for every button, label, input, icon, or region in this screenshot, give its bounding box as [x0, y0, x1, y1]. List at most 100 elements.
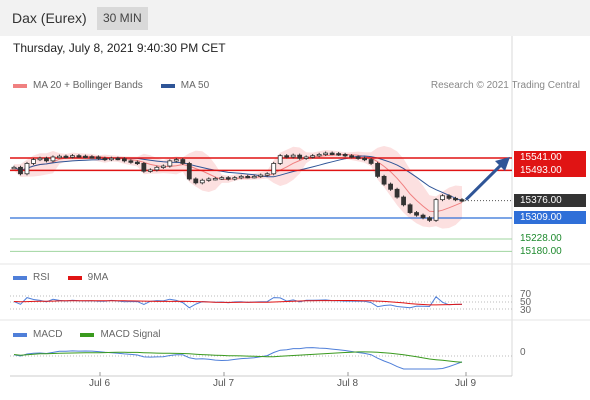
candle-body: [206, 178, 212, 181]
candle-body: [427, 217, 432, 221]
candle-body: [303, 156, 309, 159]
candle-body: [212, 178, 218, 181]
candle-body: [173, 159, 179, 162]
macd-signal-swatch: [80, 332, 95, 337]
x-label-jul9: Jul 9: [455, 378, 477, 389]
candle-body: [18, 166, 23, 175]
candle-body: [388, 183, 393, 190]
candle-body: [89, 156, 95, 159]
candle-body: [355, 156, 361, 159]
rsi-panel: [10, 295, 512, 310]
candle-body: [453, 197, 458, 201]
candle-body: [44, 157, 49, 162]
macd-legend-label: MACD: [33, 329, 63, 340]
candle-body: [108, 157, 114, 161]
candle-body: [24, 163, 30, 175]
candle-body: [102, 157, 108, 161]
candle-body: [394, 188, 400, 198]
macd-legend: MACD MACD Signal: [13, 329, 160, 340]
candle-body: [232, 177, 238, 180]
candle-body: [290, 154, 296, 158]
candle-body: [76, 155, 82, 158]
chart-canvas: [0, 36, 590, 377]
rsi-swatch: [13, 275, 27, 280]
x-label-jul7: Jul 7: [213, 378, 235, 389]
candle-body: [251, 175, 257, 179]
candle-body: [180, 159, 186, 164]
candle-body: [50, 156, 56, 162]
candle-body: [264, 173, 270, 176]
rsi-ma-swatch: [67, 275, 82, 280]
candle-body: [154, 166, 160, 171]
candle-body: [238, 175, 244, 179]
candle-body: [433, 199, 439, 221]
candle-body: [63, 155, 69, 159]
candle-body: [329, 152, 335, 155]
candle-body: [225, 177, 231, 180]
rsi-9ma-line: [13, 300, 463, 306]
macd-signal-line: [13, 351, 463, 363]
last-price-label: 15376.00: [514, 194, 586, 207]
macd-panel: [10, 347, 512, 370]
candle-body: [375, 163, 380, 177]
candle-body: [128, 160, 134, 163]
candle-body: [310, 155, 316, 158]
candle-body: [446, 195, 452, 199]
candle-body: [147, 169, 153, 172]
candle-body: [381, 175, 387, 185]
rsi-legend: RSI 9MA: [13, 272, 108, 283]
candle-body: [83, 155, 88, 159]
resistance-1-label: 15493.00: [514, 164, 586, 177]
candle-body: [407, 204, 413, 213]
candle-body: [284, 155, 290, 158]
candle-body: [297, 154, 303, 159]
candle-body: [186, 163, 192, 180]
macd-swatch: [13, 332, 27, 337]
candle-body: [316, 153, 322, 157]
candle-body: [459, 199, 465, 202]
candle-body: [96, 156, 101, 159]
resistance-2-label: 15541.00: [514, 151, 586, 164]
candle-body: [115, 157, 121, 161]
candle-body: [271, 163, 277, 175]
candle-body: [440, 195, 445, 201]
candle-body: [277, 155, 283, 164]
candle-body: [57, 155, 62, 159]
candle-body: [37, 157, 43, 161]
macd-tick-0: 0: [520, 347, 526, 358]
candle-body: [193, 178, 199, 184]
candle-body: [414, 212, 419, 216]
main-price-panel: [10, 146, 512, 376]
candle-body: [420, 214, 426, 219]
candle-body: [167, 160, 173, 167]
candle-body: [336, 153, 342, 156]
candle-body: [11, 166, 17, 170]
macd-signal-legend-label: MACD Signal: [100, 329, 161, 340]
x-label-jul6: Jul 6: [89, 378, 111, 389]
candle-body: [219, 177, 225, 180]
candle-body: [134, 161, 140, 165]
candle-body: [160, 165, 166, 168]
x-label-jul8: Jul 8: [337, 378, 359, 389]
candle-body: [349, 155, 355, 158]
candle-body: [258, 174, 264, 177]
rsi-tick-30: 30: [520, 305, 532, 316]
candle-body: [70, 155, 75, 158]
candle-body: [199, 179, 205, 184]
candle-body: [121, 158, 127, 162]
rsi-ma-legend-label: 9MA: [87, 272, 109, 283]
macd-line: [13, 347, 463, 370]
support-3-label: 15180.00: [520, 246, 562, 257]
candle-body: [401, 196, 406, 206]
candle-body: [323, 152, 329, 155]
forecast-arrow-shaft: [464, 161, 505, 201]
candle-body: [362, 157, 368, 161]
candle-body: [31, 159, 36, 164]
support-1-label: 15309.00: [514, 211, 586, 224]
candle-body: [342, 153, 348, 157]
support-2-label: 15228.00: [520, 233, 562, 244]
candle-body: [245, 175, 251, 179]
candle-body: [368, 159, 374, 164]
candle-body: [141, 163, 147, 172]
rsi-legend-label: RSI: [33, 272, 50, 283]
